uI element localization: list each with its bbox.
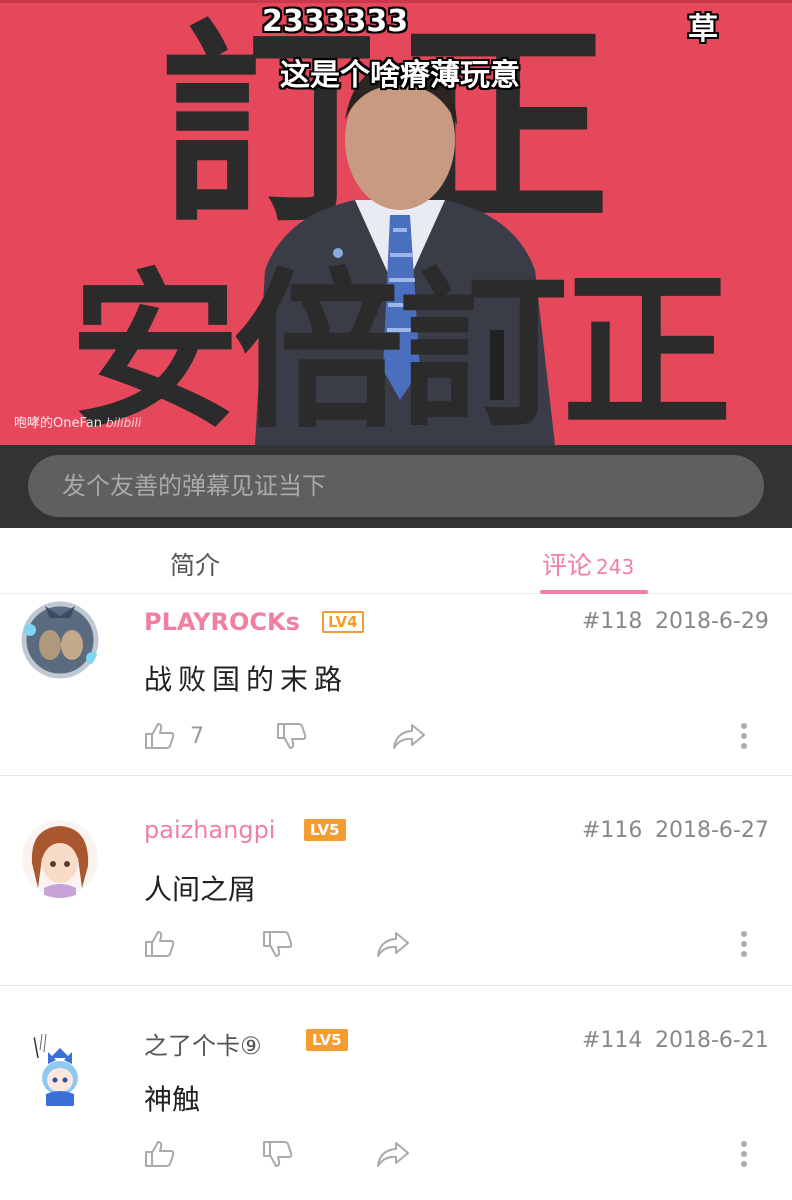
tab-comments-label: 评论 [542, 551, 593, 580]
video-overlay-bottom-text: 安倍訂正 [70, 254, 732, 445]
comment-username[interactable]: paizhangpi [144, 816, 275, 844]
level-badge: LV5 [306, 1029, 348, 1051]
comment-floor: #116 [582, 818, 643, 843]
comment-date: 2018-6-29 [655, 609, 769, 634]
comment-username[interactable]: 之了个卡⑨ [144, 1026, 262, 1061]
tab-bar: 简介 评论 243 [0, 528, 792, 594]
danmaku-comment: 这是个啥瘠薄玩意 [280, 58, 520, 93]
comment-floor: #114 [582, 1028, 643, 1053]
like-count: 7 [190, 723, 204, 749]
more-vertical-icon [740, 1140, 748, 1168]
tab-intro-label: 简介 [170, 551, 221, 580]
share-icon [376, 1140, 410, 1168]
comment-text: 战败国的末路 [144, 663, 349, 696]
dislike-button[interactable] [262, 930, 294, 958]
comment-count: 243 [596, 555, 635, 579]
thumb-down-icon [276, 722, 308, 750]
avatar[interactable] [20, 818, 100, 898]
dislike-button[interactable] [276, 722, 308, 750]
danmaku-input-bar: 发个友善的弹幕见证当下 [0, 445, 792, 528]
danmaku-input[interactable]: 发个友善的弹幕见证当下 [28, 455, 764, 517]
danmaku-comment: 2333333 [262, 4, 409, 39]
level-badge: LV5 [304, 819, 346, 841]
like-button[interactable] [144, 930, 176, 958]
comment-text: 神触 [144, 1083, 201, 1116]
thumb-down-icon [262, 930, 294, 958]
comment-text: 人间之屑 [144, 873, 257, 906]
tab-comments[interactable]: 评论 243 [542, 546, 634, 582]
more-vertical-icon [740, 930, 748, 958]
more-button[interactable] [740, 722, 748, 750]
share-button[interactable] [376, 1140, 410, 1168]
like-button[interactable]: 7 [144, 722, 204, 750]
avatar[interactable] [20, 1028, 100, 1108]
comment-item: PLAYROCKs LV4 #118 2018-6-29 战败国的末路 7 [0, 594, 792, 776]
thumb-down-icon [262, 1140, 294, 1168]
comment-username[interactable]: PLAYROCKs [144, 608, 300, 636]
thumb-up-icon [144, 930, 176, 958]
comment-date: 2018-6-21 [655, 1028, 769, 1053]
level-badge: LV4 [322, 611, 364, 633]
danmaku-comment: 草 [688, 12, 718, 47]
avatar[interactable] [20, 600, 100, 680]
comment-floor: #118 [582, 609, 643, 634]
comment-item: paizhangpi LV5 #116 2018-6-27 人间之屑 [0, 776, 792, 986]
comment-date: 2018-6-27 [655, 818, 769, 843]
more-button[interactable] [740, 1140, 748, 1168]
share-icon [392, 722, 426, 750]
like-button[interactable] [144, 1140, 176, 1168]
watermark-uploader: 咆哮的OneFan [14, 416, 102, 431]
share-icon [376, 930, 410, 958]
tab-intro[interactable]: 简介 [170, 546, 220, 582]
thumb-up-icon [144, 1140, 176, 1168]
comment-item: 之了个卡⑨ LV5 #114 2018-6-21 神触 [0, 986, 792, 1200]
video-player[interactable]: 訂 正 安倍訂正 2333333 草 这是个啥瘠薄玩意 咆哮的OneFan bil… [0, 0, 792, 445]
thumb-up-icon [144, 722, 176, 750]
share-button[interactable] [392, 722, 426, 750]
dislike-button[interactable] [262, 1140, 294, 1168]
more-vertical-icon [740, 722, 748, 750]
more-button[interactable] [740, 930, 748, 958]
uploader-watermark: 咆哮的OneFan bilibili [14, 412, 141, 431]
share-button[interactable] [376, 930, 410, 958]
bilibili-logo: bilibili [105, 416, 142, 430]
